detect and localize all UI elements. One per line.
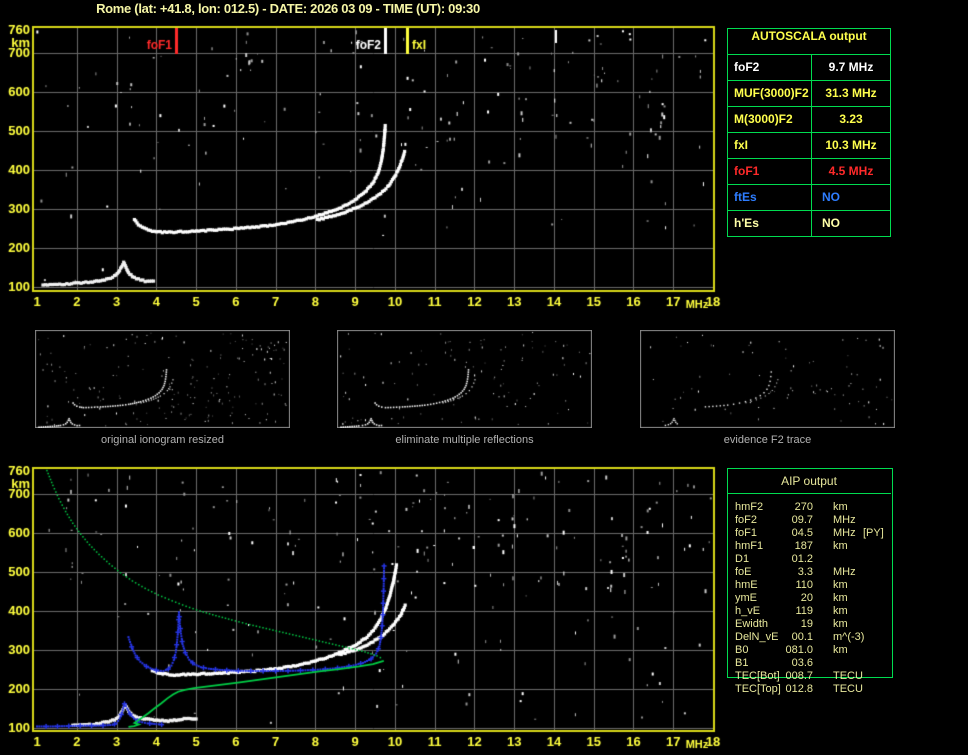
autoscala-row-m-3000-f2: M(3000)F2 3.23 (728, 106, 890, 132)
row-extra: [PY] (863, 527, 884, 539)
aip-row-ewidth: Ewidth 19 km (727, 618, 893, 631)
aip-output-table: AIP output hmF2 270 km foF2 09.7 MHz foF1 04.5 M… (727, 468, 893, 703)
aip-row-hmf1: hmF1 187 km (727, 540, 893, 553)
aip-row-foe: foE 3.3 MHz (727, 566, 893, 579)
row-unit: km (833, 540, 848, 552)
row-value: 19 (800, 618, 813, 630)
row-unit: m^(-3) (833, 631, 865, 643)
row-label: foF1 (728, 159, 812, 184)
row-unit: km (833, 592, 848, 604)
row-value: NO (822, 190, 840, 204)
row-unit: TECU (833, 670, 863, 682)
row-unit: MHz (833, 514, 856, 526)
row-value: NO (822, 216, 840, 230)
row-value: 119 (795, 605, 813, 617)
row-label: fxI (728, 133, 812, 158)
row-unit: MHz (833, 566, 856, 578)
page-title: Rome (lat: +41.8, lon: 012.5) - DATE: 20… (96, 1, 480, 16)
aip-row-b0: B0 081.0 km (727, 644, 893, 657)
autoscala-row-fof2: foF2 9.7 MHz (728, 54, 890, 80)
aip-row-yme: ymE 20 km (727, 592, 893, 605)
ionogram-top-plot (0, 20, 725, 320)
autoscala-row-fof1: foF1 4.5 MHz (728, 158, 890, 184)
row-value: 110 (795, 579, 813, 591)
row-unit: km (833, 644, 848, 656)
aip-row-b1: B1 03.6 (727, 657, 893, 670)
row-value: 9.7 MHz (828, 60, 874, 74)
autoscala-table-title: AUTOSCALA output (751, 29, 867, 43)
aip-row-hmf2: hmF2 270 km (727, 501, 893, 514)
aip-row-fof1: foF1 04.5 MHz [PY] (727, 527, 893, 540)
row-unit: km (833, 579, 848, 591)
aip-row-fof2: foF2 09.7 MHz (727, 514, 893, 527)
row-value: 081.0 (785, 644, 813, 656)
autoscala-row-ftes: ftEs NO (728, 184, 890, 210)
aip-table-title: AIP output (727, 468, 891, 494)
autoscala-row-h-es: h'Es NO (728, 210, 890, 236)
aip-row-h-ve: h_vE 119 km (727, 605, 893, 618)
row-value: 31.3 MHz (825, 86, 877, 100)
row-label: foF2 (728, 55, 812, 80)
autoscala-output-table: AUTOSCALA output foF2 9.7 MHz MUF(3000)F2 3… (727, 28, 891, 237)
row-label: foE (735, 566, 752, 578)
row-value: 00.1 (791, 631, 813, 643)
row-label: B1 (735, 657, 749, 669)
thumbnail-caption-1: original ionogram resized (101, 434, 224, 446)
aip-row-tec-top-: TEC[Top] 012.8 TECU (727, 683, 893, 696)
aip-row-hme: hmE 110 km (727, 579, 893, 592)
row-value: 3.3 (797, 566, 813, 578)
row-unit: km (833, 501, 848, 513)
row-value: 01.2 (791, 553, 813, 565)
row-value: 10.3 MHz (825, 138, 877, 152)
row-value: 012.8 (785, 683, 813, 695)
row-label: M(3000)F2 (728, 107, 812, 132)
thumbnail-eliminate-reflections (337, 330, 592, 428)
row-value: 20 (800, 592, 813, 604)
row-label: MUF(3000)F2 (728, 81, 812, 106)
thumbnail-evidence-f2-trace (640, 330, 895, 428)
ionogram-bottom-plot (0, 455, 725, 755)
row-unit: MHz (833, 527, 856, 539)
thumbnail-original-ionogram (35, 330, 290, 428)
row-value: 008.7 (785, 670, 813, 682)
row-label: ymE (735, 592, 757, 604)
autoscala-table-rows: foF2 9.7 MHz MUF(3000)F2 31.3 MHz M(3000)F2 3… (728, 54, 890, 236)
row-value: 03.6 (791, 657, 813, 669)
row-value: 187 (794, 540, 813, 552)
thumbnail-caption-2: eliminate multiple reflections (395, 434, 534, 446)
row-value: 09.7 (791, 514, 813, 526)
row-label: ftEs (728, 185, 812, 210)
autoscala-row-muf-3000-f2: MUF(3000)F2 31.3 MHz (728, 80, 890, 106)
row-label: foF2 (735, 514, 758, 526)
row-unit: km (833, 605, 848, 617)
thumbnail-caption-3: evidence F2 trace (723, 434, 812, 446)
autoscala-row-fxi: fxI 10.3 MHz (728, 132, 890, 158)
row-value: 270 (794, 501, 813, 513)
row-unit: km (833, 618, 848, 630)
aip-row-d1: D1 01.2 (727, 553, 893, 566)
row-label: foF1 (735, 527, 758, 539)
row-label: B0 (735, 644, 749, 656)
aip-row-tec-bot-: TEC[Bot] 008.7 TECU (727, 670, 893, 683)
autoscala-screen: Rome (lat: +41.8, lon: 012.5) - DATE: 20… (0, 0, 968, 755)
row-label: h'Es (728, 211, 812, 236)
row-label: D1 (735, 553, 750, 565)
row-unit: TECU (833, 683, 863, 695)
row-value: 4.5 MHz (828, 164, 874, 178)
row-value: 3.23 (839, 112, 863, 126)
aip-row-deln-ve: DelN_vE 00.1 m^(-3) (727, 631, 893, 644)
row-value: 04.5 (791, 527, 813, 539)
